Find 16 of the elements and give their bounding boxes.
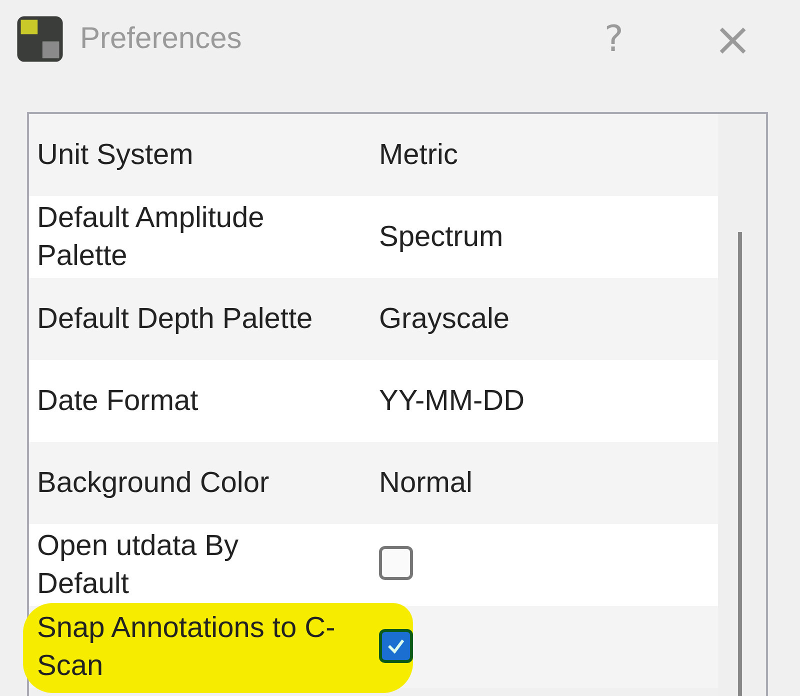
setting-label: Open utdata By Default — [37, 529, 240, 602]
setting-value[interactable]: Metric — [379, 138, 458, 170]
setting-value[interactable]: Normal — [379, 466, 472, 498]
window-title: Preferences — [80, 22, 243, 56]
setting-label: Snap Annotations to C-Scan — [37, 611, 336, 684]
setting-label: Default Amplitude Palette — [37, 201, 266, 274]
setting-value[interactable]: Grayscale — [379, 302, 510, 334]
setting-label: Date Format — [37, 384, 200, 419]
setting-label: Default Depth Palette — [37, 302, 314, 337]
app-logo-icon — [16, 15, 64, 63]
setting-label: Unit System — [37, 138, 194, 173]
checkbox[interactable] — [379, 546, 413, 580]
checkbox[interactable] — [379, 629, 413, 663]
setting-value[interactable]: YY-MM-DD — [379, 384, 525, 416]
setting-value[interactable]: Spectrum — [379, 220, 504, 252]
setting-label: Background Color — [37, 466, 270, 501]
